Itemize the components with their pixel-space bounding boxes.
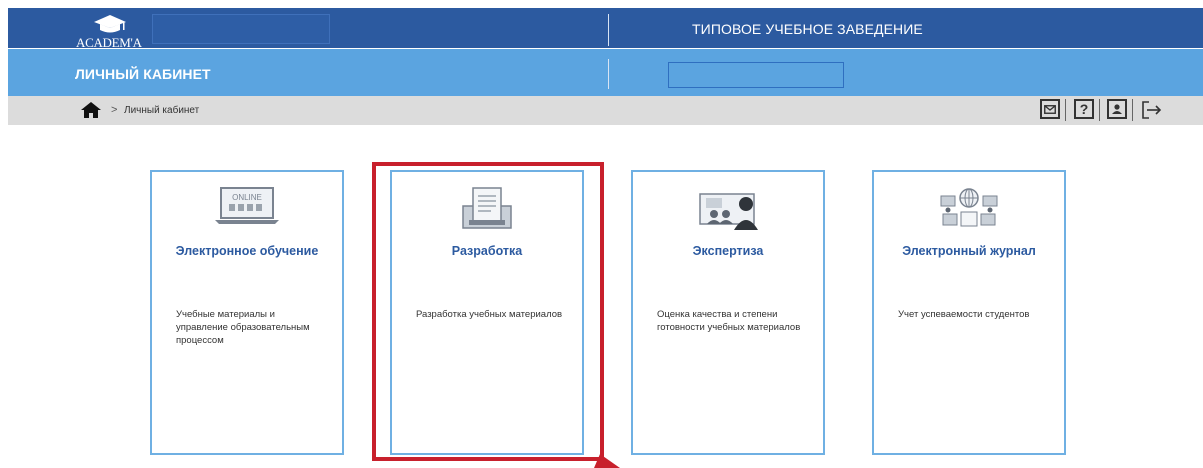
- breadcrumb-current: Личный кабинет: [124, 105, 200, 116]
- laptop-online-icon: ONLINE: [215, 187, 279, 224]
- sub-header: ЛИЧНЫЙ КАБИНЕТ: [8, 49, 1203, 96]
- network-journal-icon: [940, 188, 998, 227]
- breadcrumb: > Личный кабинет ?: [8, 96, 1203, 125]
- help-icon: ?: [1079, 101, 1089, 117]
- home-icon[interactable]: [81, 102, 101, 118]
- card-title: Экспертиза: [692, 244, 764, 258]
- toolbar-separator: [1065, 99, 1066, 121]
- toolbar-separator: [1099, 99, 1100, 121]
- card-title: Электронное обучение: [175, 244, 319, 258]
- header-search-field[interactable]: [152, 14, 330, 44]
- mail-button[interactable]: [1040, 99, 1060, 119]
- arrow-pointer-icon: [594, 454, 620, 468]
- page-title: ЛИЧНЫЙ КАБИНЕТ: [75, 66, 211, 82]
- online-label: ONLINE: [232, 193, 262, 202]
- graduation-cap-icon: [94, 15, 126, 33]
- user-icon: [1112, 104, 1122, 114]
- card-title: Электронный журнал: [902, 244, 1036, 258]
- breadcrumb-separator: >: [111, 104, 118, 116]
- header-divider: [608, 14, 609, 46]
- toolbar-separator: [1132, 99, 1133, 121]
- expert-presentation-icon: [699, 193, 758, 230]
- highlight-box: [372, 162, 604, 461]
- mail-icon: [1044, 104, 1056, 114]
- institution-name: ТИПОВОЕ УЧЕБНОЕ ЗАВЕДЕНИЕ: [692, 21, 923, 37]
- academia-logo[interactable]: ACADEM'A: [76, 14, 151, 50]
- subheader-divider: [608, 59, 609, 89]
- help-button[interactable]: ?: [1074, 99, 1094, 119]
- subheader-field[interactable]: [668, 62, 844, 88]
- card-description: Учебные материалы и управление образоват…: [176, 309, 310, 346]
- top-header: ACADEM'A ТИПОВОЕ УЧЕБНОЕ ЗАВЕДЕНИЕ: [8, 8, 1203, 50]
- card-expertise[interactable]: Экспертиза Оценка качества и степени гот…: [631, 170, 825, 455]
- logout-icon[interactable]: [1140, 99, 1162, 121]
- profile-button[interactable]: [1107, 99, 1127, 119]
- card-electronic-learning[interactable]: ONLINE Электронное обучение Учебные мате…: [150, 170, 344, 455]
- card-description: Оценка качества и степени готовности уче…: [657, 309, 801, 333]
- card-description: Учет успеваемости студентов: [898, 309, 1030, 320]
- card-electronic-journal[interactable]: Электронный журнал Учет успеваемости сту…: [872, 170, 1066, 455]
